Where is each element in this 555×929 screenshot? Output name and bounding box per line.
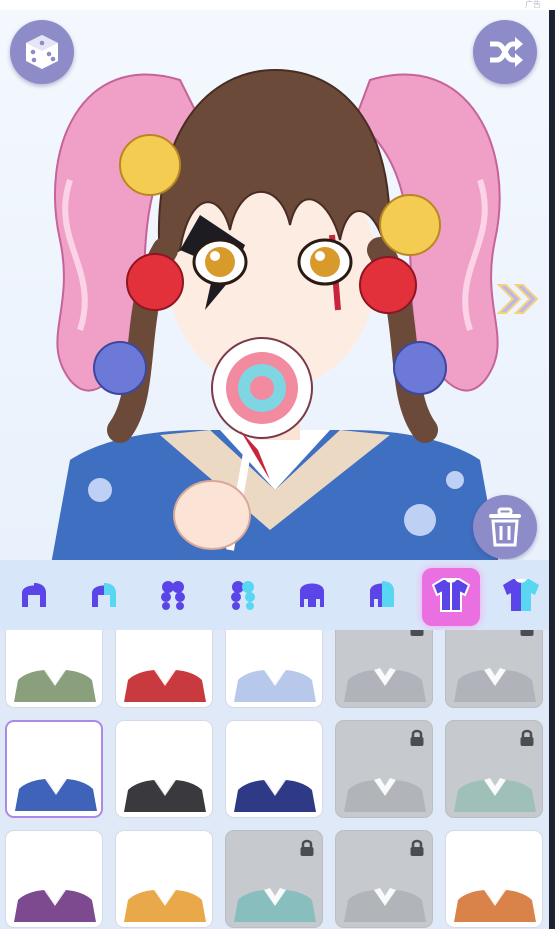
outfit-thumbnail [336,880,432,927]
outfit-thumbnail [116,880,212,927]
shuffle-button[interactable] [473,20,537,84]
next-page-arrow[interactable] [496,282,542,321]
outfit-thumbnail [226,880,322,927]
tab-side-hair-color[interactable] [353,568,411,626]
back-hair-icon [155,577,191,618]
ad-strip: 广告 [0,0,555,10]
outfit-item[interactable] [445,630,543,708]
back-hair-color-icon [225,577,261,618]
outfit-item[interactable] [225,630,323,708]
tab-front-hair-color[interactable] [75,568,133,626]
tab-top[interactable] [422,568,480,626]
tab-top-color[interactable] [492,568,550,626]
outfit-item[interactable] [5,720,103,818]
outfit-item[interactable] [115,830,213,928]
tab-front-hair[interactable] [5,568,63,626]
outfit-item[interactable] [335,720,433,818]
lock-icon [299,839,315,862]
outfit-thumbnail [446,880,542,927]
shuffle-icon [490,37,523,67]
outfit-grid [0,630,549,929]
outfit-item[interactable] [335,630,433,708]
outfit-thumbnail [446,660,542,707]
outfit-item[interactable] [335,830,433,928]
tab-back-hair[interactable] [144,568,202,626]
outfit-thumbnail [226,770,322,817]
outfit-thumbnail [446,770,542,817]
side-hair-color-icon [364,577,400,618]
outfit-thumbnail [226,660,322,707]
double-chevron-right-icon [496,284,539,314]
outfit-item[interactable] [5,630,103,708]
screen-edge [549,10,555,929]
outfit-thumbnail [116,770,212,817]
outfit-thumbnail [336,770,432,817]
lock-icon [519,630,535,642]
outfit-thumbnail [6,660,102,707]
shirt-color-icon [499,575,543,620]
lock-icon [519,729,535,752]
ad-label: 广告 [525,0,541,9]
dice-icon [26,35,58,69]
outfit-item[interactable] [5,830,103,928]
outfit-item[interactable] [115,720,213,818]
random-dice-button[interactable] [10,20,74,84]
outfit-thumbnail [116,660,212,707]
delete-button[interactable] [473,495,537,559]
outfit-item[interactable] [225,830,323,928]
front-hair-color-icon [86,577,122,618]
side-hair-icon [294,577,330,618]
tab-back-hair-color[interactable] [214,568,272,626]
outfit-item[interactable] [115,630,213,708]
outfit-item[interactable] [445,830,543,928]
outfit-thumbnail [336,660,432,707]
shirt-icon [429,575,473,620]
lock-icon [409,839,425,862]
character-stage [0,10,549,560]
category-tab-bar [0,560,549,631]
trash-icon [489,507,521,547]
tab-side-hair[interactable] [283,568,341,626]
outfit-item[interactable] [445,720,543,818]
front-hair-icon [16,577,52,618]
outfit-item[interactable] [225,720,323,818]
character-illustration [51,68,501,560]
outfit-thumbnail [6,880,102,927]
outfit-thumbnail [7,769,101,816]
lock-icon [409,630,425,642]
lock-icon [409,729,425,752]
